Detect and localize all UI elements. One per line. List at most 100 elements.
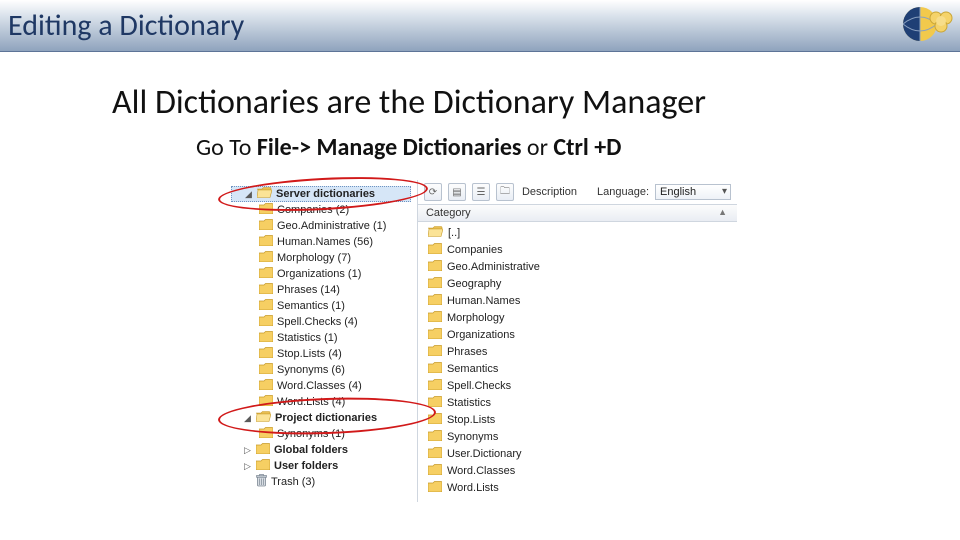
category-item[interactable]: Word.Classes <box>420 462 735 479</box>
document-icon[interactable]: ▤ <box>448 183 466 201</box>
tree-item-label: Word.Classes (4) <box>277 380 362 392</box>
instruction-or: or <box>522 133 554 162</box>
folder-icon <box>256 443 270 457</box>
folder-icon[interactable]: 🗀 <box>496 183 514 201</box>
settings-icon[interactable]: ☰ <box>472 183 490 201</box>
tree-group-project[interactable]: ◢Project dictionaries <box>231 410 411 426</box>
folder-icon <box>259 219 273 233</box>
category-item[interactable]: Word.Lists <box>420 479 735 496</box>
language-combo[interactable]: English <box>655 184 731 200</box>
folder-icon <box>428 362 442 376</box>
folder-open-icon <box>256 411 271 425</box>
folder-icon <box>428 311 442 325</box>
category-item[interactable]: Stop.Lists <box>420 411 735 428</box>
folder-icon <box>428 379 442 393</box>
tree-group-label: Global folders <box>274 444 348 456</box>
category-label: Synonyms <box>447 431 498 443</box>
tree-group-label: Server dictionaries <box>276 188 375 200</box>
language-value: English <box>660 186 696 198</box>
collapse-icon[interactable]: ◢ <box>244 190 253 199</box>
slide-title: Editing a Dictionary <box>8 7 244 44</box>
category-item[interactable]: Geo.Administrative <box>420 258 735 275</box>
tree-item[interactable]: Companies (2) <box>231 202 411 218</box>
tree-item-label: Human.Names (56) <box>277 236 373 248</box>
tree-item[interactable]: Word.Classes (4) <box>231 378 411 394</box>
category-item[interactable]: User.Dictionary <box>420 445 735 462</box>
description-label: Description <box>522 186 577 198</box>
category-item[interactable]: Phrases <box>420 343 735 360</box>
folder-icon <box>259 363 273 377</box>
slide-logo <box>900 2 954 51</box>
folder-icon <box>428 294 442 308</box>
dictionary-tree[interactable]: ◢ Server dictionaries Companies (2) Geo.Adm… <box>229 184 413 490</box>
slide-subtitle: All Dictionaries are the Dictionary Mana… <box>0 52 960 129</box>
category-item[interactable]: Spell.Checks <box>420 377 735 394</box>
folder-icon <box>428 481 442 495</box>
tree-item-label: Stop.Lists (4) <box>277 348 342 360</box>
category-label: Word.Lists <box>447 482 499 494</box>
expand-icon[interactable]: ▷ <box>243 446 252 455</box>
tree-item-label: Word.Lists (4) <box>277 396 345 408</box>
tree-item-label: Companies (2) <box>277 204 349 216</box>
tree-item[interactable]: Geo.Administrative (1) <box>231 218 411 234</box>
tree-item[interactable]: Phrases (14) <box>231 282 411 298</box>
folder-icon <box>428 260 442 274</box>
folder-icon <box>428 328 442 342</box>
tree-item[interactable]: Spell.Checks (4) <box>231 314 411 330</box>
category-item[interactable]: Geography <box>420 275 735 292</box>
category-item[interactable]: Companies <box>420 241 735 258</box>
category-item[interactable]: Synonyms <box>420 428 735 445</box>
category-label: Companies <box>447 244 503 256</box>
tree-item[interactable]: Synonyms (6) <box>231 362 411 378</box>
tree-item[interactable]: Human.Names (56) <box>231 234 411 250</box>
trash-icon <box>256 474 267 490</box>
category-column-header[interactable]: Category ▲ <box>418 204 737 222</box>
category-item[interactable]: Human.Names <box>420 292 735 309</box>
tree-group-label: User folders <box>274 460 338 472</box>
category-header-label: Category <box>426 207 471 219</box>
folder-icon <box>259 315 273 329</box>
tree-item-label: Organizations (1) <box>277 268 361 280</box>
category-up-item[interactable]: [..] <box>420 224 735 241</box>
tree-item-label: Synonyms (1) <box>277 428 345 440</box>
language-label: Language: <box>597 186 649 198</box>
category-label: Word.Classes <box>447 465 515 477</box>
refresh-icon[interactable]: ⟳ <box>424 183 442 201</box>
collapse-icon[interactable]: ◢ <box>243 414 252 423</box>
category-label: User.Dictionary <box>447 448 522 460</box>
tree-group-global[interactable]: ▷ Global folders <box>231 442 411 458</box>
expand-icon[interactable] <box>243 478 252 487</box>
tree-pane: ◢ Server dictionaries Companies (2) Geo.Adm… <box>225 180 418 502</box>
tree-item[interactable]: Stop.Lists (4) <box>231 346 411 362</box>
folder-icon <box>428 447 442 461</box>
instruction-prefix: Go To <box>196 133 257 162</box>
folder-open-icon <box>428 226 443 240</box>
tree-item[interactable]: Organizations (1) <box>231 266 411 282</box>
category-list[interactable]: [..] Companies Geo.AdministrativeGeography… <box>418 222 737 496</box>
tree-item[interactable]: Statistics (1) <box>231 330 411 346</box>
category-label: Organizations <box>447 329 515 341</box>
folder-icon <box>256 459 270 473</box>
folder-icon <box>259 379 273 393</box>
category-label: Semantics <box>447 363 498 375</box>
category-label: Human.Names <box>447 295 520 307</box>
folder-icon <box>428 464 442 478</box>
tree-item[interactable]: Synonyms (1) <box>231 426 411 442</box>
category-item[interactable]: Morphology <box>420 309 735 326</box>
tree-item[interactable]: Morphology (7) <box>231 250 411 266</box>
folder-icon <box>428 413 442 427</box>
tree-item[interactable]: Semantics (1) <box>231 298 411 314</box>
expand-icon[interactable]: ▷ <box>243 462 252 471</box>
category-item[interactable]: Organizations <box>420 326 735 343</box>
folder-icon <box>259 347 273 361</box>
tree-group-server[interactable]: ◢ Server dictionaries <box>231 186 411 202</box>
tree-group-user[interactable]: ▷ User folders <box>231 458 411 474</box>
folder-icon <box>428 430 442 444</box>
folder-icon <box>259 427 273 441</box>
tree-item-label: Statistics (1) <box>277 332 338 344</box>
tree-group-trash[interactable]: Trash (3) <box>231 474 411 490</box>
category-item[interactable]: Semantics <box>420 360 735 377</box>
tree-item[interactable]: Word.Lists (4) <box>231 394 411 410</box>
category-item[interactable]: Statistics <box>420 394 735 411</box>
content-toolbar: ⟳ ▤ ☰ 🗀 Description Language: English <box>418 180 737 204</box>
